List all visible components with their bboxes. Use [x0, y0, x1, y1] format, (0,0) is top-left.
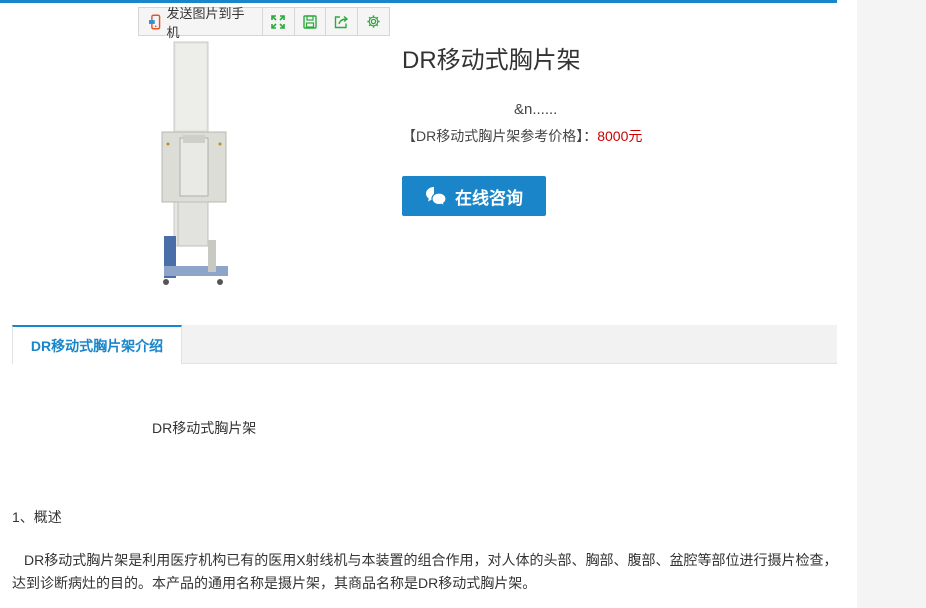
send-to-phone-label: 发送图片到手机	[166, 5, 245, 40]
intro-product-name: DR移动式胸片架	[152, 420, 257, 436]
share-button[interactable]	[326, 8, 359, 35]
overview-paragraph: DR移动式胸片架是利用医疗机构已有的医用X射线机与本装置的组合作用，对人体的头部…	[12, 552, 838, 591]
online-consult-button[interactable]: 在线咨询	[402, 176, 546, 216]
image-toolbar: 发送图片到手机	[138, 6, 390, 40]
send-to-phone-button[interactable]: 发送图片到手机	[139, 6, 263, 40]
top-accent-rule	[0, 0, 837, 3]
save-icon	[303, 14, 317, 29]
save-image-button[interactable]	[295, 8, 327, 35]
fullscreen-button[interactable]	[263, 8, 295, 35]
right-gutter	[857, 0, 926, 608]
phone-icon	[149, 14, 161, 29]
section-heading-overview: 1、概述	[12, 509, 62, 525]
price-label: 【DR移动式胸片架参考价格】：	[402, 128, 598, 144]
settings-button[interactable]	[358, 8, 389, 35]
product-image[interactable]	[150, 40, 240, 290]
share-icon	[335, 15, 349, 28]
product-title: DR移动式胸片架	[402, 47, 581, 74]
summary-ellipsis: &n......	[514, 101, 558, 118]
price-line: 【DR移动式胸片架参考价格】：8000元	[402, 126, 642, 146]
tab-bar: DR移动式胸片架介绍	[12, 325, 837, 364]
price-value: 8000元	[597, 128, 643, 144]
fullscreen-icon	[271, 14, 286, 29]
chat-bubble-icon	[426, 187, 447, 206]
online-consult-label: 在线咨询	[455, 188, 523, 208]
settings-icon	[367, 15, 380, 28]
tab-product-intro[interactable]: DR移动式胸片架介绍	[12, 325, 182, 364]
